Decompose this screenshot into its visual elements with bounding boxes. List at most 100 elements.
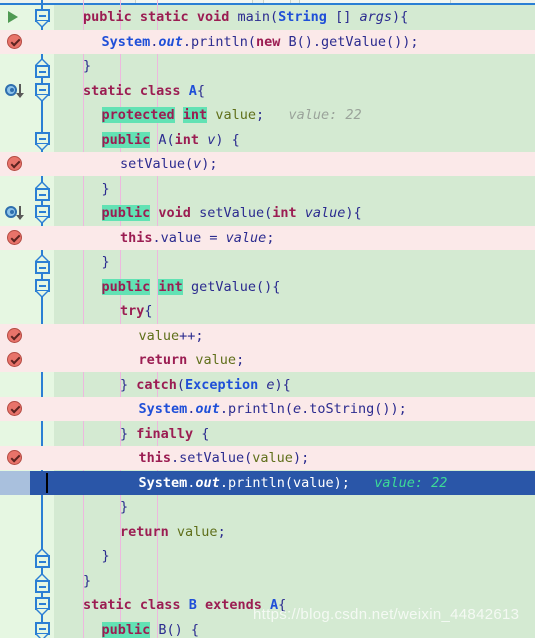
code-token: System — [101, 33, 151, 50]
code-text: public int getValue(){ — [101, 275, 280, 299]
code-token: ( — [270, 9, 279, 25]
code-token: ); — [292, 450, 310, 466]
code-text: System.out.println(e.toString()); — [139, 397, 407, 421]
code-line[interactable]: } — [0, 569, 535, 593]
breakpoint-icon[interactable] — [0, 152, 30, 176]
code-line[interactable]: public void setValue(int value){ — [0, 201, 535, 225]
code-line[interactable]: setValue(v); — [0, 152, 535, 176]
code-token: ; — [266, 229, 275, 246]
breakpoint-icon[interactable] — [0, 324, 30, 348]
code-line[interactable]: public static void main(String [] args){ — [0, 5, 535, 29]
code-text: return value; — [139, 348, 245, 372]
code-token: .println( — [182, 33, 256, 50]
code-token: } — [101, 254, 110, 270]
code-token: out — [195, 401, 220, 417]
code-token: public — [101, 131, 151, 148]
code-line[interactable]: protected int value; value: 22 — [0, 103, 535, 127]
breakpoint-icon[interactable] — [0, 446, 30, 470]
inline-value-hint: value: 22 — [349, 474, 448, 491]
code-token: setValue( — [190, 205, 273, 221]
breakpoint-icon[interactable] — [0, 397, 30, 421]
code-line[interactable]: System.out.println(e.toString()); — [0, 397, 535, 421]
code-text: } — [83, 569, 91, 593]
breakpoint-icon[interactable] — [0, 348, 30, 372]
code-token: value — [195, 352, 237, 368]
code-line[interactable]: return value; — [0, 348, 535, 372]
code-token: } — [101, 180, 110, 197]
code-line[interactable]: try{ — [0, 299, 535, 323]
code-token: } — [120, 425, 137, 442]
gutter-line-highlight — [0, 470, 30, 495]
code-token: public — [101, 278, 151, 295]
gutter-line-highlight — [0, 373, 30, 397]
code-token: ){ — [345, 205, 362, 221]
breakpoint-icon[interactable] — [0, 226, 30, 250]
code-text: protected int value; value: 22 — [101, 103, 362, 127]
code-token: ; — [255, 107, 265, 123]
code-token: ){ — [391, 9, 409, 25]
gutter-line-highlight — [0, 593, 30, 617]
code-token: this — [120, 229, 153, 246]
code-token: int — [174, 131, 200, 148]
code-line[interactable]: } — [0, 495, 535, 519]
code-text: System.out.println(value); value: 22 — [139, 471, 448, 495]
code-line[interactable]: System.out.println(value); value: 22 — [0, 470, 535, 495]
code-line[interactable]: } — [0, 54, 535, 78]
code-token: value — [176, 523, 218, 540]
breakpoint-icon[interactable] — [0, 30, 30, 54]
code-token: Exception — [185, 376, 259, 393]
code-token: ; — [217, 523, 226, 540]
code-token: public — [101, 205, 151, 221]
code-token: System — [138, 401, 188, 417]
code-token: void — [196, 9, 230, 25]
code-token: value — [252, 450, 293, 466]
code-token: static — [83, 82, 132, 99]
code-token: .setValue( — [171, 450, 253, 466]
gutter-line-highlight — [0, 128, 30, 152]
code-token: value — [225, 229, 267, 246]
code-token: { — [144, 303, 153, 319]
gutter-line-highlight — [0, 495, 30, 519]
code-line[interactable]: return value; — [0, 520, 535, 544]
code-token: finally — [136, 425, 194, 442]
code-line[interactable]: value++; — [0, 323, 535, 348]
code-token: } — [120, 499, 129, 515]
code-line[interactable]: public int getValue(){ — [0, 275, 535, 299]
code-token: } — [101, 548, 110, 564]
code-line[interactable]: } — [0, 544, 535, 568]
text-caret — [46, 472, 48, 493]
code-line[interactable]: } finally { — [0, 422, 535, 446]
run-gutter-icon[interactable] — [0, 5, 30, 29]
code-line[interactable]: } catch(Exception e){ — [0, 373, 535, 397]
code-token: .value = — [152, 229, 226, 246]
watermark-text: https://blog.csdn.net/weixin_44842613 — [253, 606, 520, 623]
implemented-method-icon[interactable] — [0, 201, 30, 225]
code-editor[interactable]: public static void main(String [] args){… — [0, 0, 535, 638]
code-token: ); — [201, 156, 218, 172]
code-token: out — [195, 474, 220, 491]
code-token: { — [196, 82, 205, 99]
code-line[interactable]: static class A{ — [0, 79, 535, 103]
code-token: } — [120, 376, 137, 393]
code-line[interactable]: } — [0, 250, 535, 274]
code-token: out — [158, 33, 183, 50]
code-text: System.out.println(new B().getValue()); — [102, 30, 419, 54]
code-line[interactable]: public A(int v) { — [0, 128, 535, 152]
code-token: ); — [333, 474, 350, 491]
code-token: public — [83, 9, 132, 25]
code-line[interactable]: System.out.println(new B().getValue()); — [0, 29, 535, 54]
code-token: try — [120, 303, 145, 319]
code-line[interactable]: this.value = value; — [0, 225, 535, 250]
code-token: } — [83, 572, 92, 589]
code-line[interactable]: this.setValue(value); — [0, 446, 535, 470]
code-line[interactable]: } — [0, 177, 535, 201]
implemented-method-icon[interactable] — [0, 79, 30, 103]
inline-value-hint: value: 22 — [264, 107, 362, 123]
code-token: .println( — [219, 401, 293, 417]
